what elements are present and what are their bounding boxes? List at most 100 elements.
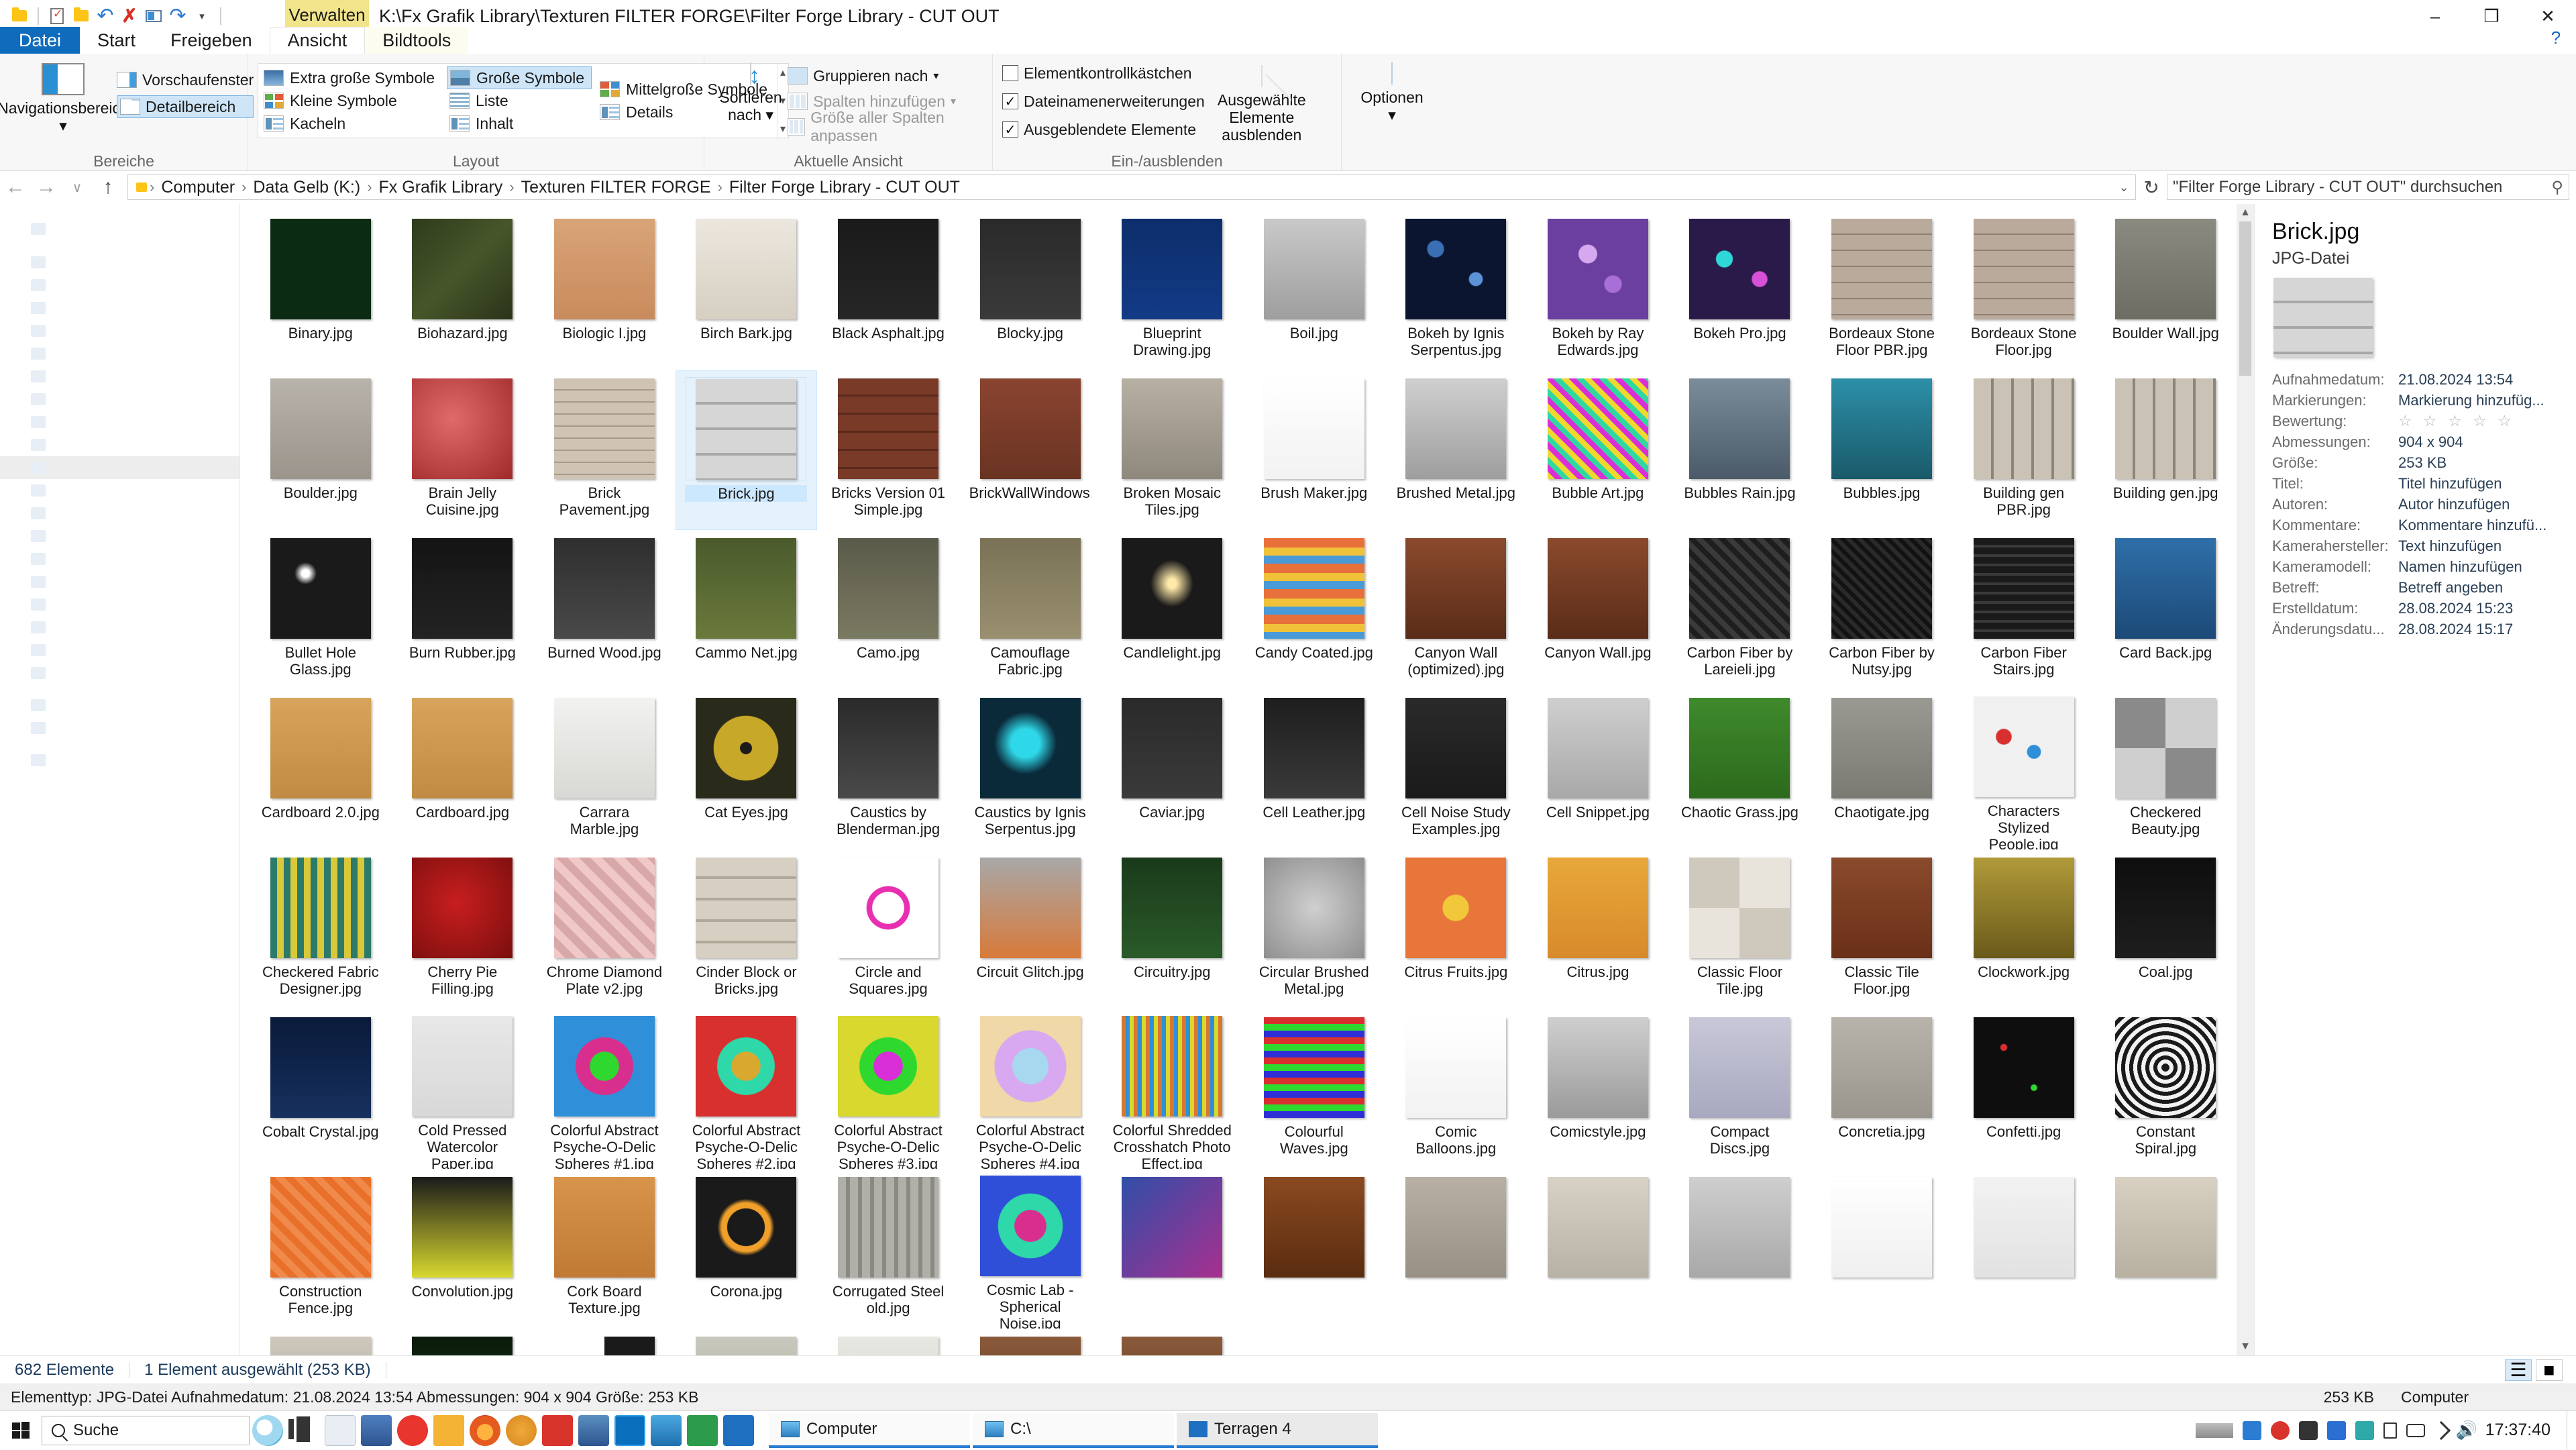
volume-icon[interactable]: 🔊 bbox=[2455, 1420, 2477, 1440]
details-value[interactable]: 21.08.2024 13:54 bbox=[2398, 369, 2513, 390]
file-item[interactable] bbox=[1527, 1169, 1669, 1329]
app-icon-rn[interactable] bbox=[542, 1414, 573, 1446]
file-item[interactable]: Bricks Version 01 Simple.jpg bbox=[817, 370, 959, 530]
file-item[interactable]: Cell Snippet.jpg bbox=[1527, 690, 1669, 849]
details-row[interactable]: Titel: Titel hinzufügen bbox=[2272, 473, 2559, 494]
breadcrumb-data-gelb[interactable]: Data Gelb (K:) bbox=[249, 178, 364, 197]
file-item[interactable]: Comicstyle.jpg bbox=[1527, 1009, 1669, 1169]
details-value[interactable]: Namen hinzufügen bbox=[2398, 556, 2522, 577]
nav-item[interactable] bbox=[0, 662, 239, 684]
details-value[interactable]: Autor hinzufügen bbox=[2398, 494, 2510, 515]
file-item[interactable]: Circuit Glitch.jpg bbox=[959, 849, 1102, 1009]
file-item[interactable]: Corona.jpg bbox=[676, 1169, 818, 1329]
bluetooth-icon[interactable] bbox=[2326, 1420, 2346, 1440]
file-item[interactable] bbox=[392, 1329, 534, 1355]
file-item[interactable]: Coal.jpg bbox=[2094, 849, 2237, 1009]
details-row[interactable]: Änderungsdatu... 28.08.2024 15:17 bbox=[2272, 619, 2559, 639]
taskview-icon[interactable] bbox=[288, 1414, 319, 1446]
file-item[interactable]: Checkered Fabric Designer.jpg bbox=[250, 849, 392, 1009]
nav-item[interactable] bbox=[0, 433, 239, 456]
breadcrumb-texturen-filter-forge[interactable]: Texturen FILTER FORGE bbox=[517, 178, 715, 197]
layout-tiles[interactable]: Kacheln bbox=[261, 112, 441, 135]
taskbar-window-computer[interactable]: Computer bbox=[769, 1412, 970, 1448]
nav-item[interactable] bbox=[0, 388, 239, 411]
file-item[interactable]: Bordeaux Stone Floor PBR.jpg bbox=[1811, 211, 1953, 370]
details-pane-toggle[interactable]: Detailbereich bbox=[117, 95, 254, 118]
file-item[interactable]: Colorful Abstract Psyche-O-Delic Spheres… bbox=[959, 1009, 1102, 1169]
file-item[interactable]: Brick Pavement.jpg bbox=[533, 370, 676, 530]
item-checkboxes-checkbox[interactable] bbox=[1002, 65, 1018, 81]
layout-content[interactable]: Inhalt bbox=[447, 112, 592, 135]
file-item[interactable]: Cold Pressed Watercolor Paper.jpg bbox=[392, 1009, 534, 1169]
file-item[interactable]: Canyon Wall.jpg bbox=[1527, 530, 1669, 690]
file-item[interactable]: Cell Noise Study Examples.jpg bbox=[1385, 690, 1527, 849]
file-item[interactable]: Chaotigate.jpg bbox=[1811, 690, 1953, 849]
file-item[interactable]: Circular Brushed Metal.jpg bbox=[1243, 849, 1385, 1009]
file-item[interactable]: Colourful Waves.jpg bbox=[1243, 1009, 1385, 1169]
breadcrumb-fx-grafik-library[interactable]: Fx Grafik Library bbox=[375, 178, 507, 197]
details-row[interactable]: Autoren: Autor hinzufügen bbox=[2272, 494, 2559, 515]
details-row[interactable]: Kamerahersteller: Text hinzufügen bbox=[2272, 535, 2559, 556]
tab-freigeben[interactable]: Freigeben bbox=[153, 27, 270, 54]
file-item[interactable]: Cherry Pie Filling.jpg bbox=[392, 849, 534, 1009]
details-view-button[interactable]: ☰ bbox=[2505, 1359, 2532, 1381]
rename-icon[interactable] bbox=[144, 6, 164, 26]
nav-item[interactable] bbox=[0, 411, 239, 433]
file-item[interactable] bbox=[676, 1329, 818, 1355]
nav-item[interactable] bbox=[0, 616, 239, 639]
system-tray[interactable]: 🔊 17:37:40 bbox=[2195, 1420, 2560, 1440]
file-item[interactable]: Blocky.jpg bbox=[959, 211, 1102, 370]
file-item[interactable]: Burn Rubber.jpg bbox=[392, 530, 534, 690]
file-item[interactable]: Candlelight.jpg bbox=[1101, 530, 1243, 690]
redo-icon[interactable]: ↷ bbox=[168, 5, 188, 26]
file-item[interactable]: Caviar.jpg bbox=[1101, 690, 1243, 849]
properties-icon[interactable] bbox=[47, 6, 67, 26]
nav-item[interactable] bbox=[0, 502, 239, 525]
file-item[interactable]: Cardboard.jpg bbox=[392, 690, 534, 849]
nav-item[interactable] bbox=[0, 217, 239, 240]
app-icon-explorer[interactable] bbox=[433, 1414, 464, 1446]
navigation-pane-button[interactable]: Navigationsbereich ▾ bbox=[0, 59, 129, 134]
file-item[interactable]: Carbon Fiber by Nutsy.jpg bbox=[1811, 530, 1953, 690]
details-row[interactable]: Abmessungen: 904 x 904 bbox=[2272, 431, 2559, 452]
file-item[interactable]: Bubbles Rain.jpg bbox=[1669, 370, 1811, 530]
file-extensions-toggle[interactable]: ✓ Dateinamenerweiterungen bbox=[1002, 90, 1205, 113]
sort-by-button[interactable]: Sortieren nach ▾ bbox=[714, 59, 788, 123]
cortana-icon[interactable] bbox=[252, 1414, 283, 1446]
app-icon-notepad[interactable] bbox=[325, 1414, 356, 1446]
file-item[interactable] bbox=[1101, 1329, 1243, 1355]
file-item[interactable]: Cardboard 2.0.jpg bbox=[250, 690, 392, 849]
file-item[interactable]: Building gen.jpg bbox=[2094, 370, 2237, 530]
details-value[interactable]: Markierung hinzufüg... bbox=[2398, 390, 2544, 411]
up-button[interactable]: ↑ bbox=[93, 172, 123, 203]
folder-icon[interactable] bbox=[9, 6, 30, 26]
file-item[interactable]: Boil.jpg bbox=[1243, 211, 1385, 370]
scrollbar-thumb[interactable] bbox=[2239, 221, 2251, 376]
file-item[interactable]: Cell Leather.jpg bbox=[1243, 690, 1385, 849]
file-item[interactable]: Citrus Fruits.jpg bbox=[1385, 849, 1527, 1009]
delete-icon[interactable]: ✗ bbox=[119, 6, 140, 26]
details-row[interactable]: Bewertung: ☆ ☆ ☆ ☆ ☆ bbox=[2272, 411, 2559, 431]
group-by-button[interactable]: Gruppieren nach ▾ bbox=[788, 64, 983, 87]
file-extensions-checkbox[interactable]: ✓ bbox=[1002, 93, 1018, 109]
usb-eject-icon[interactable] bbox=[2383, 1422, 2397, 1439]
file-item[interactable]: Brush Maker.jpg bbox=[1243, 370, 1385, 530]
scroll-down-button[interactable]: ▼ bbox=[2237, 1338, 2254, 1355]
details-properties[interactable]: Aufnahmedatum: 21.08.2024 13:54 Markierung… bbox=[2272, 369, 2559, 639]
vertical-scrollbar[interactable]: ▲ ▼ bbox=[2237, 204, 2254, 1355]
breadcrumb-filter-forge-cut-out[interactable]: Filter Forge Library - CUT OUT bbox=[725, 178, 964, 197]
nav-item[interactable] bbox=[0, 639, 239, 662]
file-item[interactable] bbox=[817, 1329, 959, 1355]
navigation-pane-caret[interactable]: ▾ bbox=[59, 117, 67, 134]
details-row[interactable]: Größe: 253 KB bbox=[2272, 452, 2559, 473]
file-item[interactable]: Binary.jpg bbox=[250, 211, 392, 370]
details-value[interactable]: 28.08.2024 15:23 bbox=[2398, 598, 2513, 619]
file-item[interactable]: Chaotic Grass.jpg bbox=[1669, 690, 1811, 849]
taskbar-search-input[interactable]: Suche bbox=[42, 1415, 250, 1445]
file-item[interactable] bbox=[1669, 1169, 1811, 1329]
nav-item[interactable] bbox=[0, 694, 239, 717]
new-folder-icon[interactable] bbox=[71, 6, 91, 26]
file-item[interactable]: Cammo Net.jpg bbox=[676, 530, 818, 690]
undo-icon[interactable]: ↶ bbox=[95, 5, 115, 26]
options-caret[interactable]: ▾ bbox=[1388, 106, 1396, 123]
